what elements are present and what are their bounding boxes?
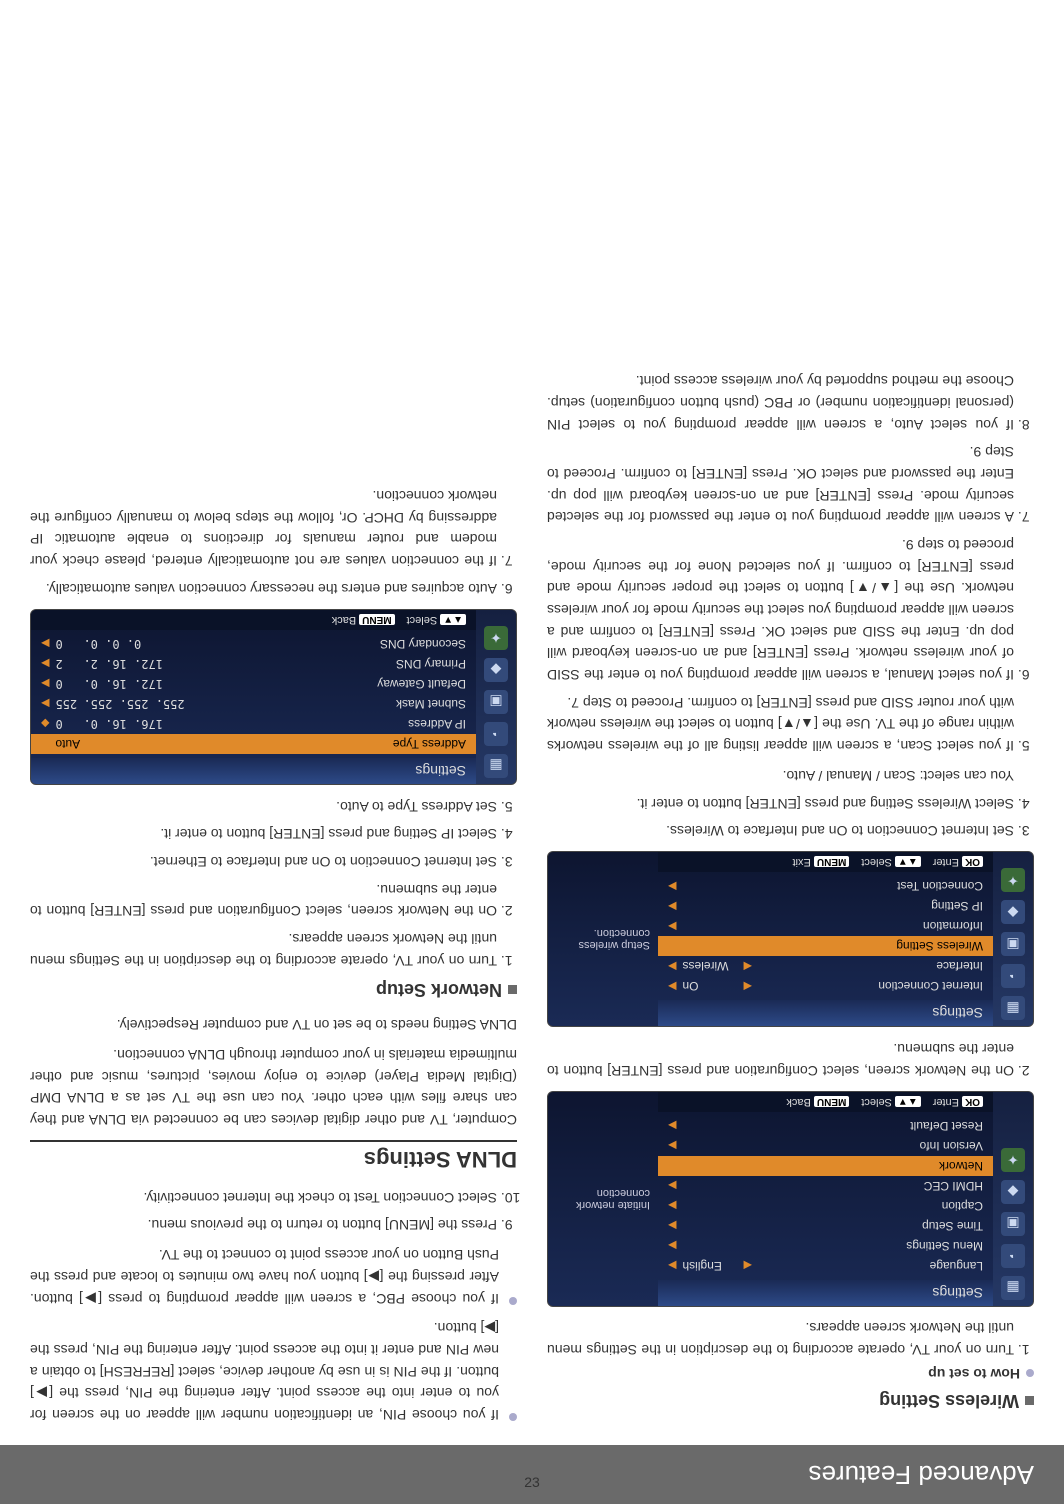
osd-icon-app: ◆ — [1001, 900, 1025, 924]
wireless-steps-1-2: Turn on your TV, operate according to th… — [547, 1317, 1034, 1360]
step-5: If you select Scan, a screen will appear… — [547, 691, 1014, 756]
osd-icon-app: ◆ — [1001, 1180, 1025, 1204]
osd2-footer: OKEnter ▲▼Select MENUExit — [658, 852, 993, 872]
osd-row[interactable]: Information▶ — [658, 916, 993, 936]
osd-icon-channel: ▣ — [1001, 1212, 1025, 1236]
osd-icon-channel: ▣ — [1001, 932, 1025, 956]
nstep-1: Turn on your TV, operate according to th… — [30, 927, 497, 970]
osd3-title: Settings — [31, 758, 476, 784]
osd-foot-item: MENUBack — [332, 614, 395, 626]
wireless-steps-5-8: If you select Scan, a screen will appear… — [547, 370, 1034, 757]
step-1: Turn on your TV, operate according to th… — [547, 1317, 1014, 1360]
pin-note: If you choose PIN, an identification num… — [30, 1317, 517, 1425]
osd-row[interactable]: Address Type◀Auto▶ — [31, 734, 476, 754]
dlna-para-1: Computer, TV and other digital devices c… — [30, 1043, 517, 1130]
step-3: Set Internet Connection to On and Interf… — [547, 820, 1014, 842]
you-can-select: You can select: Scan / Manual / Auto. — [547, 764, 1034, 786]
dlna-para-2: DLNA Setting needs to be set on TV and c… — [30, 1014, 517, 1036]
osd-row[interactable]: IP Address176. 16. 0.0◆ — [31, 714, 476, 734]
nstep-2: On the Network screen, select Configurat… — [30, 878, 497, 921]
osd-icon-picture: ▦ — [1001, 996, 1025, 1020]
osd-icon-sound: ◔ — [484, 722, 508, 746]
osd1-footer: OKEnter ▲▼Select MENUBack — [658, 1092, 993, 1112]
osd-row[interactable]: Reset Default▶ — [658, 1116, 993, 1136]
osd-icon-picture: ▦ — [484, 754, 508, 778]
step-10: Select Connection Test to check the Inte… — [30, 1186, 497, 1208]
nstep-7: If the connection values are not automat… — [30, 484, 497, 571]
nstep-5: Set Address Type to Auto. — [30, 795, 497, 817]
osd-row[interactable]: Network▶ — [658, 1156, 993, 1176]
left-column: Wireless Setting How to set up Turn on y… — [547, 364, 1034, 1426]
osd-icon-settings: ✦ — [1001, 868, 1025, 892]
osd-foot-item: ▲▼Select — [861, 1096, 920, 1108]
osd-foot-item: ▲▼Select — [407, 614, 466, 626]
page-number: 23 — [0, 1474, 1064, 1490]
network-steps-1-5: Turn on your TV, operate according to th… — [30, 795, 517, 971]
osd-row[interactable]: Default Gateway172. 16. 0.0▶ — [31, 674, 476, 694]
page-body: Wireless Setting How to set up Turn on y… — [0, 344, 1064, 1446]
dlna-settings-title: DLNA Settings — [30, 1140, 517, 1172]
wireless-setting-title: Wireless Setting — [547, 1390, 1034, 1411]
osd-icon-settings: ✦ — [484, 626, 508, 650]
osd-row[interactable]: Time Setup▶ — [658, 1216, 993, 1236]
wireless-steps-3-4: Set Internet Connection to On and Interf… — [547, 792, 1034, 841]
osd-row[interactable]: Interface◀Wireless▶ — [658, 956, 993, 976]
osd-settings-network: ▦ ◔ ▣ ◆ ✦ Settings Internet Connection◀O… — [547, 851, 1034, 1027]
osd-row[interactable]: Connection Test▶ — [658, 876, 993, 896]
how-to-setup-label: How to set up — [547, 1366, 1034, 1382]
wireless-step-2: On the Network screen, select Configurat… — [547, 1037, 1034, 1080]
osd-row[interactable]: HDMI CEC▶ — [658, 1176, 993, 1196]
osd-row[interactable]: Internet Connection◀On▶ — [658, 976, 993, 996]
osd-settings-main: ▦ ◔ ▣ ◆ ✦ Settings Language◀English▶Menu… — [547, 1091, 1034, 1307]
osd2-title: Settings — [658, 1000, 993, 1026]
nstep-4: Select IP Setting and press [ENTER] butt… — [30, 823, 497, 845]
osd-ip-setting: ▦ ◔ ▣ ◆ ✦ Settings Address Type◀Auto▶IP … — [30, 609, 517, 785]
step-7: A screen will appear prompting you to en… — [547, 441, 1014, 528]
step-9: Press the [MENU] button to return to the… — [30, 1214, 497, 1236]
osd-foot-item: MENUBack — [786, 1096, 849, 1108]
osd-row[interactable]: IP Setting▶ — [658, 896, 993, 916]
osd1-title: Settings — [658, 1280, 993, 1306]
osd1-hint: Initiate network connection — [548, 1179, 658, 1219]
nstep-6: Auto acquires and enters the necessary c… — [30, 577, 497, 599]
step-8: If you select Auto, a screen will appear… — [547, 370, 1014, 435]
osd-foot-item: OKEnter — [933, 1096, 983, 1108]
osd-row[interactable]: Subnet Mask255. 255. 255.255▶ — [31, 694, 476, 714]
osd-foot-item: MENUExit — [793, 856, 850, 868]
osd-foot-item: OKEnter — [933, 856, 983, 868]
osd-row[interactable]: Menu Settings▶ — [658, 1236, 993, 1256]
osd-row[interactable]: Caption▶ — [658, 1196, 993, 1216]
osd-icon-sound: ◔ — [1001, 1244, 1025, 1268]
osd2-hint: Setup wireless connection. — [548, 919, 658, 959]
right-column: If you choose PIN, an identification num… — [30, 364, 517, 1426]
osd-row[interactable]: Secondary DNS 0. 0. 0.0▶ — [31, 634, 476, 654]
osd-row[interactable]: Language◀English▶ — [658, 1256, 993, 1276]
osd-icon-channel: ▣ — [484, 690, 508, 714]
osd-row[interactable]: Wireless Setting▶ — [658, 936, 993, 956]
network-setup-title: Network Setup — [30, 979, 517, 1000]
osd-icon-sound: ◔ — [1001, 964, 1025, 988]
step-2: On the Network screen, select Configurat… — [547, 1037, 1014, 1080]
osd-row[interactable]: Primary DNS172. 16. 2.2▶ — [31, 654, 476, 674]
osd-row[interactable]: Version Info▶ — [658, 1136, 993, 1156]
wireless-steps-9-10: Press the [MENU] button to return to the… — [30, 1186, 517, 1235]
pbc-note: If you choose PBC, a screen will appear … — [30, 1244, 517, 1309]
nstep-3: Set Internet Connection to On and Interf… — [30, 850, 497, 872]
osd-icon-app: ◆ — [484, 658, 508, 682]
osd-icon-picture: ▦ — [1001, 1276, 1025, 1300]
step-4: Select Wireless Setting and press [ENTER… — [547, 792, 1014, 814]
osd3-footer: ▲▼Select MENUBack — [31, 610, 476, 630]
osd-icon-settings: ✦ — [1001, 1148, 1025, 1172]
step-6: If you select Manual, a screen will appe… — [547, 533, 1014, 685]
osd-foot-item: ▲▼Select — [861, 856, 920, 868]
network-steps-6-7: Auto acquires and enters the necessary c… — [30, 484, 517, 598]
